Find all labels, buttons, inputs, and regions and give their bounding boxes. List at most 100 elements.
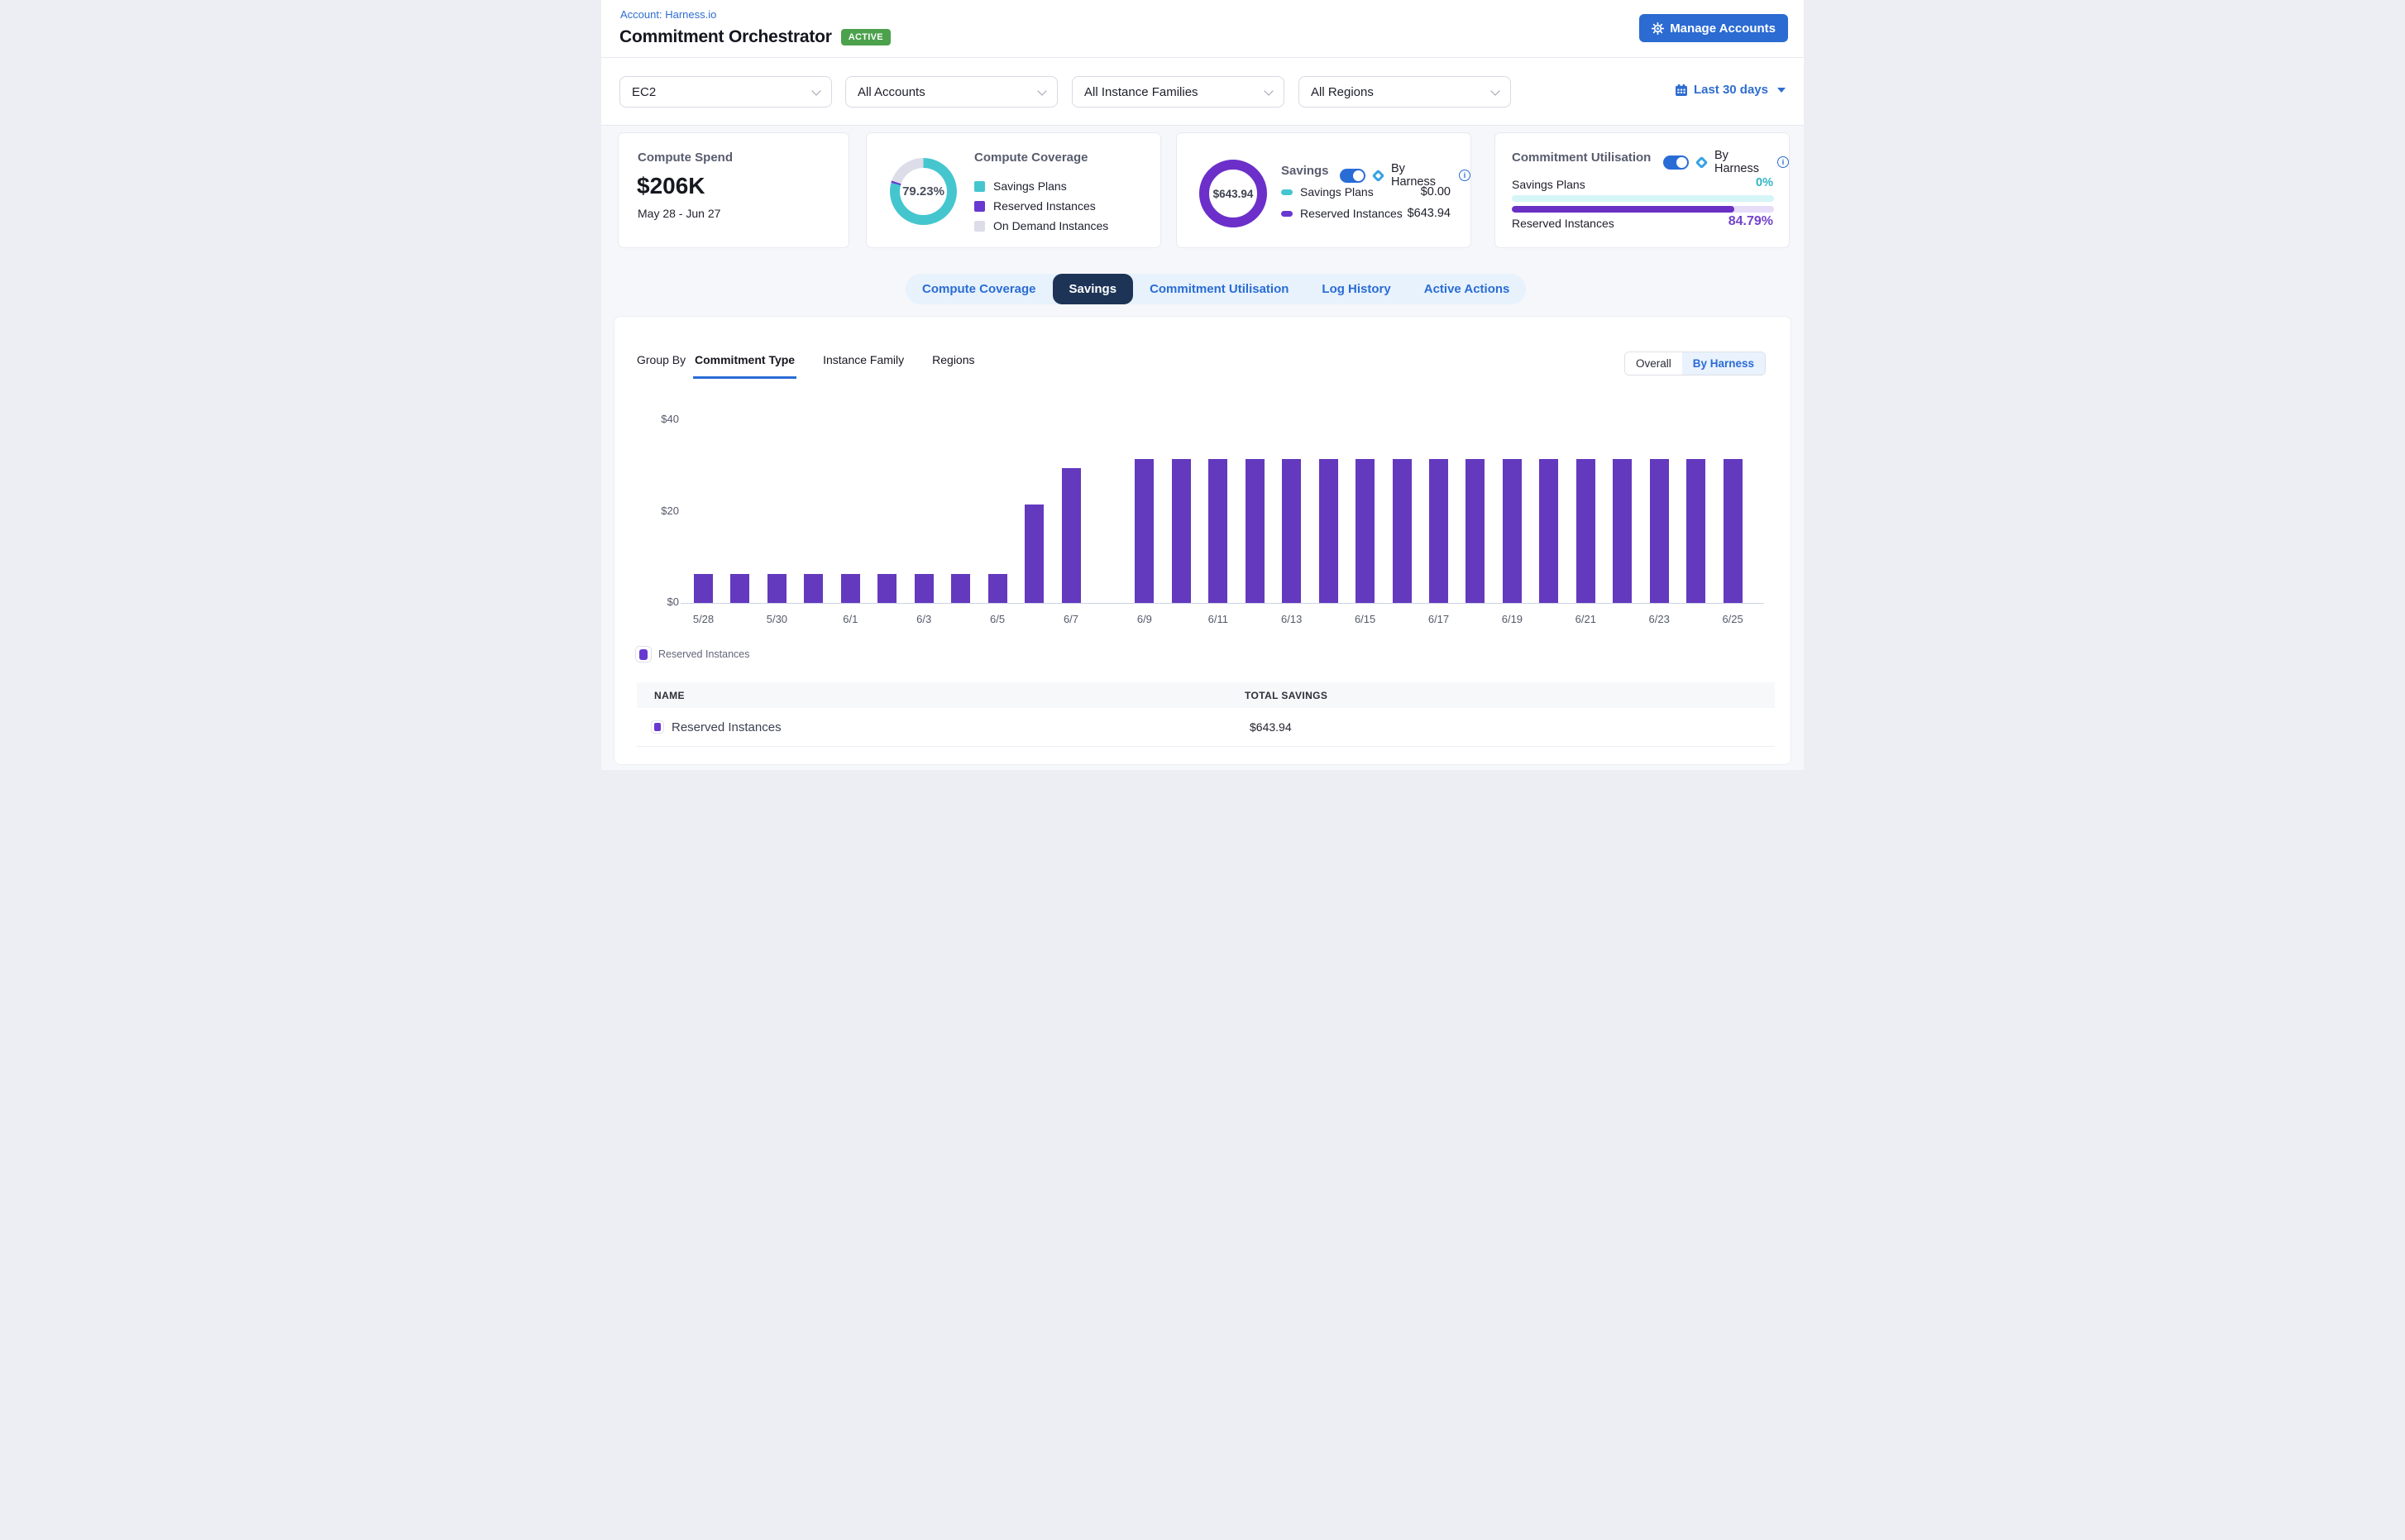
chart-bar-6-24 <box>1686 459 1705 603</box>
color-chip <box>651 720 664 734</box>
x-axis-tick: 6/25 <box>1706 613 1759 625</box>
legend-swatch <box>1281 211 1293 217</box>
table-row: Reserved Instances $643.94 <box>637 708 1775 747</box>
x-axis-tick: 6/17 <box>1413 613 1465 625</box>
tab-active-actions[interactable]: Active Actions <box>1408 274 1527 304</box>
table-header: NAME TOTAL SAVINGS <box>637 682 1775 708</box>
chart-bar-6-22 <box>1613 459 1632 603</box>
chart-bar-5-31 <box>804 574 823 603</box>
chart-bar-6-14 <box>1319 459 1338 603</box>
x-axis-tick: 5/30 <box>750 613 803 625</box>
chart-bar-6-5 <box>988 574 1007 603</box>
accounts-dropdown[interactable]: All Accounts <box>845 76 1058 108</box>
coverage-legend: Savings Plans Reserved Instances On Demand… <box>974 179 1108 239</box>
savings-bar-chart <box>614 317 1792 603</box>
chart-legend-reserved-instances[interactable]: Reserved Instances <box>635 646 749 662</box>
x-axis-tick: 6/1 <box>824 613 877 625</box>
chart-bar-6-21 <box>1576 459 1595 603</box>
x-axis-tick: 6/21 <box>1559 613 1612 625</box>
coverage-legend-item: On Demand Instances <box>974 219 1108 232</box>
x-axis-tick: 6/11 <box>1192 613 1245 625</box>
card-title: Commitment Utilisation <box>1512 151 1651 165</box>
savings-total: $643.94 <box>1213 188 1254 200</box>
savings-row: Reserved Instances$643.94 <box>1281 207 1451 220</box>
instance-families-dropdown[interactable]: All Instance Families <box>1072 76 1284 108</box>
x-axis-tick: 6/23 <box>1633 613 1685 625</box>
harness-logo-icon <box>1372 170 1384 182</box>
savings-donut-chart: $643.94 <box>1199 160 1267 227</box>
date-range-picker[interactable]: Last 30 days <box>1675 83 1786 97</box>
chart-bar-6-17 <box>1429 459 1448 603</box>
legend-swatch <box>974 181 985 192</box>
legend-label: Reserved Instances <box>993 199 1096 213</box>
legend-swatch <box>974 201 985 212</box>
info-icon[interactable] <box>1459 170 1470 181</box>
account-breadcrumb-link[interactable]: Account: Harness.io <box>620 8 716 21</box>
compute-spend-value: $206K <box>637 173 705 199</box>
manage-accounts-button[interactable]: Manage Accounts <box>1639 14 1788 42</box>
chart-bar-6-10 <box>1172 459 1191 603</box>
card-title: Compute Coverage <box>974 151 1088 165</box>
tab-log-history[interactable]: Log History <box>1305 274 1407 304</box>
chevron-down-icon <box>1037 86 1046 95</box>
util-ri-label: Reserved Instances <box>1512 217 1614 230</box>
row-name: Reserved Instances <box>672 720 782 734</box>
commitment-utilisation-card: Commitment Utilisation By Harness Saving… <box>1494 132 1790 248</box>
y-axis-tick: $40 <box>629 413 679 425</box>
info-icon[interactable] <box>1777 156 1789 168</box>
savings-row: Savings Plans$0.00 <box>1281 185 1451 198</box>
column-name: NAME <box>654 690 685 701</box>
regions-dropdown[interactable]: All Regions <box>1298 76 1511 108</box>
caret-down-icon <box>1777 88 1786 93</box>
chart-bar-6-19 <box>1503 459 1522 603</box>
savings-row-label: Savings Plans <box>1300 185 1421 198</box>
x-axis-tick: 6/15 <box>1339 613 1392 625</box>
chart-bar-6-20 <box>1539 459 1558 603</box>
chart-bar-6-6 <box>1025 505 1044 603</box>
status-badge: ACTIVE <box>841 29 891 45</box>
x-axis-tick: 6/13 <box>1265 613 1318 625</box>
card-title: Savings <box>1281 164 1329 178</box>
savings-row-value: $643.94 <box>1408 207 1451 220</box>
legend-swatch <box>1281 189 1293 195</box>
savings-row-label: Reserved Instances <box>1300 207 1408 220</box>
util-sp-label: Savings Plans <box>1512 178 1585 191</box>
compute-spend-card: Compute Spend $206K May 28 - Jun 27 <box>618 132 849 248</box>
commitment-orchestrator-page: Account: Harness.io Commitment Orchestra… <box>601 0 1804 770</box>
legend-label: Savings Plans <box>993 179 1067 193</box>
coverage-percent: 79.23% <box>890 158 957 225</box>
chevron-down-icon <box>811 86 820 95</box>
tab-savings[interactable]: Savings <box>1053 274 1134 304</box>
compute-spend-period: May 28 - Jun 27 <box>638 207 720 220</box>
util-ri-bar <box>1512 206 1774 213</box>
x-axis-tick: 5/28 <box>677 613 730 625</box>
util-sp-value: 0% <box>1756 176 1773 189</box>
page-title: Commitment Orchestrator <box>619 27 832 47</box>
chart-bar-5-29 <box>730 574 749 603</box>
chart-bar-5-30 <box>767 574 787 603</box>
chart-bar-6-12 <box>1246 459 1265 603</box>
tab-commitment-utilisation[interactable]: Commitment Utilisation <box>1133 274 1305 304</box>
chart-bar-6-7 <box>1062 468 1081 603</box>
coverage-donut-chart: 79.23% <box>890 158 957 225</box>
chart-bar-6-11 <box>1208 459 1227 603</box>
savings-panel: Group By Commitment TypeInstance FamilyR… <box>614 316 1791 765</box>
legend-swatch <box>974 221 985 232</box>
chart-bar-6-9 <box>1135 459 1154 603</box>
by-harness-label: By Harness <box>1714 149 1771 175</box>
service-dropdown[interactable]: EC2 <box>619 76 832 108</box>
chart-bar-6-18 <box>1465 459 1485 603</box>
chart-bar-6-4 <box>951 574 970 603</box>
savings-row-value: $0.00 <box>1421 185 1451 198</box>
chart-bar-6-3 <box>915 574 934 603</box>
x-axis-line <box>681 603 1764 604</box>
column-total-savings: TOTAL SAVINGS <box>1245 690 1327 701</box>
chart-bar-6-16 <box>1393 459 1412 603</box>
by-harness-toggle[interactable] <box>1663 155 1689 170</box>
page-header: Account: Harness.io Commitment Orchestra… <box>601 0 1804 58</box>
by-harness-toggle[interactable] <box>1340 169 1365 183</box>
util-sp-bar <box>1512 195 1774 202</box>
x-axis-tick: 6/5 <box>971 613 1024 625</box>
tab-compute-coverage[interactable]: Compute Coverage <box>906 274 1053 304</box>
gear-icon <box>1652 22 1664 35</box>
